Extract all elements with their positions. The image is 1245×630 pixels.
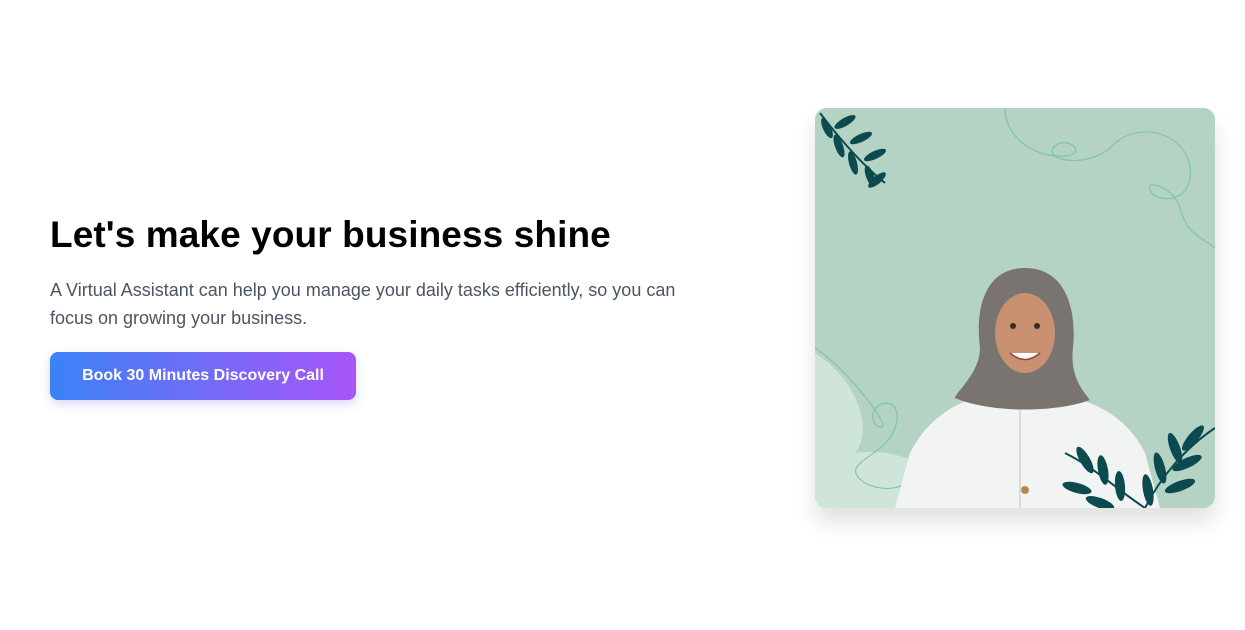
person-eye-left (1010, 323, 1016, 329)
photo-illustration (815, 108, 1215, 508)
person-face (995, 293, 1055, 373)
book-discovery-call-button[interactable]: Book 30 Minutes Discovery Call (50, 352, 356, 400)
person-eye-right (1034, 323, 1040, 329)
assistant-photo (815, 108, 1215, 508)
hero-section: Let's make your business shine A Virtual… (0, 0, 1245, 630)
shirt-button (1021, 486, 1029, 494)
hero-text-block: Let's make your business shine A Virtual… (50, 210, 730, 400)
hero-subtitle: A Virtual Assistant can help you manage … (50, 280, 676, 328)
hero-headline: Let's make your business shine (50, 214, 611, 255)
